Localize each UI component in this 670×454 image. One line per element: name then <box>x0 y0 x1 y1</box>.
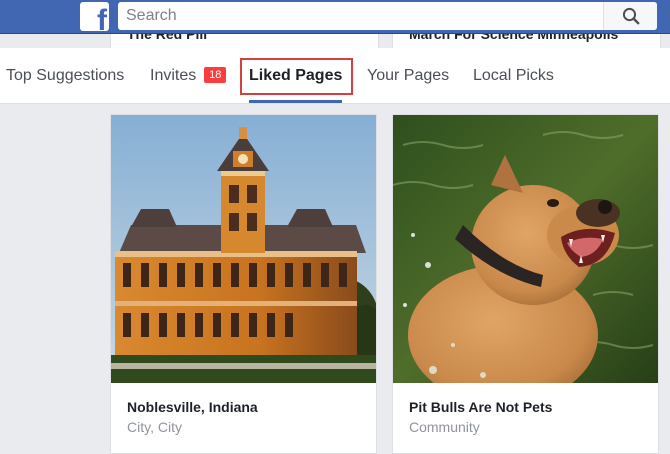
page-card[interactable]: Pit Bulls Are Not Pets Community <box>392 114 659 454</box>
courthouse-photo[interactable] <box>111 115 376 383</box>
search-box <box>118 2 657 30</box>
tab-liked-pages[interactable]: Liked Pages <box>249 48 343 103</box>
tab-label: Top Suggestions <box>6 67 125 84</box>
tab-label: Your Pages <box>367 67 450 84</box>
invites-count-badge: 18 <box>204 67 227 83</box>
tab-invites[interactable]: Invites 18 <box>150 48 227 103</box>
tab-label: Local Picks <box>473 67 554 84</box>
facebook-logo-icon[interactable]: f <box>80 2 109 31</box>
page-category: Community <box>409 419 480 435</box>
behind-card-title: March For Science Minneapolis <box>409 34 619 42</box>
tab-top-suggestions[interactable]: Top Suggestions <box>6 48 124 103</box>
search-icon <box>622 7 639 25</box>
behind-card-title: The Red Pill <box>127 34 208 42</box>
page-category: City, City <box>127 419 182 435</box>
logo-letter: f <box>97 4 107 32</box>
active-tab-indicator <box>249 100 343 103</box>
behind-card: The Red Pill <box>110 34 379 48</box>
search-button[interactable] <box>603 2 657 30</box>
top-navigation-bar: f <box>0 0 670 34</box>
tab-your-pages[interactable]: Your Pages <box>367 48 449 103</box>
dog-photo[interactable] <box>393 115 658 383</box>
page-name[interactable]: Pit Bulls Are Not Pets <box>409 399 552 415</box>
behind-card: March For Science Minneapolis <box>392 34 661 48</box>
tab-local-picks[interactable]: Local Picks <box>473 48 554 103</box>
tab-label: Invites <box>150 67 197 84</box>
page-card[interactable]: Noblesville, Indiana City, City <box>110 114 377 454</box>
pages-tab-bar: Top Suggestions Invites 18 Liked Pages Yo… <box>0 48 670 104</box>
page-name[interactable]: Noblesville, Indiana <box>127 399 258 415</box>
search-input[interactable] <box>118 2 602 30</box>
scrolled-content-strip: The Red Pill March For Science Minneapol… <box>0 34 670 48</box>
tab-label: Liked Pages <box>249 67 343 84</box>
